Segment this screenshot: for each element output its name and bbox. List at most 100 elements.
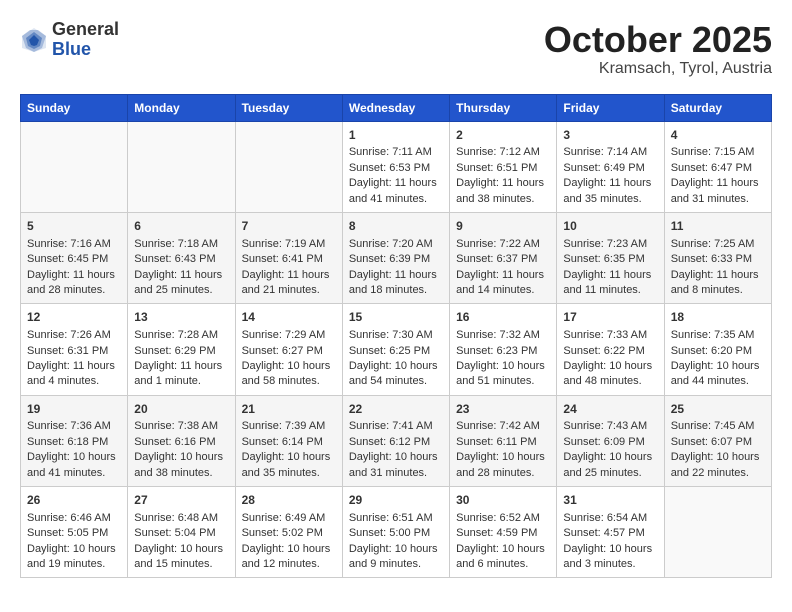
day-info: Sunset: 6:11 PM — [456, 435, 550, 450]
day-number: 12 — [27, 309, 121, 326]
day-info: Sunrise: 7:33 AM — [563, 328, 657, 343]
day-info: Sunset: 6:49 PM — [563, 161, 657, 176]
day-number: 2 — [456, 127, 550, 144]
day-info: Sunset: 6:51 PM — [456, 161, 550, 176]
day-info: Sunset: 6:16 PM — [134, 435, 228, 450]
calendar-cell: 23Sunrise: 7:42 AMSunset: 6:11 PMDayligh… — [450, 395, 557, 486]
logo: General Blue — [20, 20, 119, 60]
day-info: Daylight: 10 hours and 51 minutes. — [456, 359, 550, 390]
day-number: 13 — [134, 309, 228, 326]
calendar-cell: 12Sunrise: 7:26 AMSunset: 6:31 PMDayligh… — [21, 304, 128, 395]
day-info: Daylight: 11 hours and 4 minutes. — [27, 359, 121, 390]
calendar-cell: 20Sunrise: 7:38 AMSunset: 6:16 PMDayligh… — [128, 395, 235, 486]
calendar-cell: 31 Sunrise: 6:54 AMSunset: 4:57 PMDayligh… — [557, 487, 664, 578]
calendar-cell: 15Sunrise: 7:30 AMSunset: 6:25 PMDayligh… — [342, 304, 449, 395]
day-number: 6 — [134, 218, 228, 235]
day-info: Sunrise: 7:19 AM — [242, 237, 336, 252]
day-info: Daylight: 11 hours and 38 minutes. — [456, 176, 550, 207]
day-info: Daylight: 10 hours and 25 minutes. — [563, 450, 657, 481]
calendar-cell — [21, 121, 128, 212]
day-info: Daylight: 10 hours and 6 minutes. — [456, 542, 550, 573]
day-info: Sunset: 6:39 PM — [349, 252, 443, 267]
calendar-cell: 25Sunrise: 7:45 AMSunset: 6:07 PMDayligh… — [664, 395, 771, 486]
day-number: 17 — [563, 309, 657, 326]
calendar-cell: 16 Sunrise: 7:32 AMSunset: 6:23 PMDayligh… — [450, 304, 557, 395]
calendar-week-3: 12Sunrise: 7:26 AMSunset: 6:31 PMDayligh… — [21, 304, 772, 395]
day-info: Sunset: 6:27 PM — [242, 344, 336, 359]
day-number: 19 — [27, 401, 121, 418]
day-info: Sunset: 5:05 PM — [27, 526, 121, 541]
day-number: 7 — [242, 218, 336, 235]
day-number: 8 — [349, 218, 443, 235]
day-number: 1 — [349, 127, 443, 144]
day-info: Sunset: 6:23 PM — [456, 344, 550, 359]
day-info: Daylight: 10 hours and 3 minutes. — [563, 542, 657, 573]
day-info: Sunrise: 7:35 AM — [671, 328, 765, 343]
day-info: Sunset: 6:09 PM — [563, 435, 657, 450]
day-info: Daylight: 11 hours and 21 minutes. — [242, 268, 336, 299]
day-info: Sunrise: 7:32 AM — [456, 328, 550, 343]
day-number: 18 — [671, 309, 765, 326]
day-number: 9 — [456, 218, 550, 235]
day-number: 14 — [242, 309, 336, 326]
day-info: Sunrise: 7:43 AM — [563, 419, 657, 434]
logo-icon — [20, 26, 48, 54]
day-info: Daylight: 10 hours and 41 minutes. — [27, 450, 121, 481]
location-subtitle: Kramsach, Tyrol, Austria — [544, 60, 772, 78]
title-block: October 2025 Kramsach, Tyrol, Austria — [544, 20, 772, 78]
day-info: Daylight: 10 hours and 9 minutes. — [349, 542, 443, 573]
day-info: Sunset: 6:20 PM — [671, 344, 765, 359]
day-info: Sunset: 6:12 PM — [349, 435, 443, 450]
day-info: Sunset: 6:22 PM — [563, 344, 657, 359]
day-info: Sunrise: 7:41 AM — [349, 419, 443, 434]
day-number: 16 — [456, 309, 550, 326]
day-info: Daylight: 11 hours and 18 minutes. — [349, 268, 443, 299]
day-info: Sunset: 6:18 PM — [27, 435, 121, 450]
header-sunday: Sunday — [21, 94, 128, 121]
day-info: Sunrise: 7:15 AM — [671, 145, 765, 160]
day-number: 21 — [242, 401, 336, 418]
calendar-week-4: 19Sunrise: 7:36 AMSunset: 6:18 PMDayligh… — [21, 395, 772, 486]
header-tuesday: Tuesday — [235, 94, 342, 121]
day-info: Daylight: 10 hours and 31 minutes. — [349, 450, 443, 481]
day-info: Daylight: 10 hours and 22 minutes. — [671, 450, 765, 481]
page-header: General Blue October 2025 Kramsach, Tyro… — [20, 20, 772, 78]
day-number: 24 — [563, 401, 657, 418]
calendar-cell: 14Sunrise: 7:29 AMSunset: 6:27 PMDayligh… — [235, 304, 342, 395]
day-info: Daylight: 10 hours and 35 minutes. — [242, 450, 336, 481]
day-info: Sunrise: 7:18 AM — [134, 237, 228, 252]
day-info: Sunset: 6:43 PM — [134, 252, 228, 267]
day-info: Daylight: 11 hours and 11 minutes. — [563, 268, 657, 299]
calendar-cell: 2Sunrise: 7:12 AMSunset: 6:51 PMDaylight… — [450, 121, 557, 212]
day-info: Sunrise: 6:54 AM — [563, 511, 657, 526]
day-info: Sunrise: 7:36 AM — [27, 419, 121, 434]
day-info: Sunrise: 7:16 AM — [27, 237, 121, 252]
day-info: Sunrise: 6:49 AM — [242, 511, 336, 526]
day-info: Sunrise: 7:29 AM — [242, 328, 336, 343]
header-friday: Friday — [557, 94, 664, 121]
calendar-cell: 28Sunrise: 6:49 AMSunset: 5:02 PMDayligh… — [235, 487, 342, 578]
day-info: Sunrise: 7:20 AM — [349, 237, 443, 252]
calendar-header-row: SundayMondayTuesdayWednesdayThursdayFrid… — [21, 94, 772, 121]
calendar-cell: 26Sunrise: 6:46 AMSunset: 5:05 PMDayligh… — [21, 487, 128, 578]
day-number: 31 — [563, 492, 657, 509]
day-number: 11 — [671, 218, 765, 235]
day-info: Daylight: 10 hours and 38 minutes. — [134, 450, 228, 481]
day-number: 25 — [671, 401, 765, 418]
day-number: 28 — [242, 492, 336, 509]
day-info: Sunrise: 6:51 AM — [349, 511, 443, 526]
day-info: Sunset: 6:33 PM — [671, 252, 765, 267]
day-info: Sunrise: 7:23 AM — [563, 237, 657, 252]
day-info: Sunrise: 7:14 AM — [563, 145, 657, 160]
month-title: October 2025 — [544, 20, 772, 60]
calendar-cell: 27Sunrise: 6:48 AMSunset: 5:04 PMDayligh… — [128, 487, 235, 578]
day-info: Sunrise: 7:39 AM — [242, 419, 336, 434]
day-info: Daylight: 11 hours and 8 minutes. — [671, 268, 765, 299]
calendar-cell: 8 Sunrise: 7:20 AMSunset: 6:39 PMDaylight… — [342, 212, 449, 303]
calendar-week-1: 1Sunrise: 7:11 AMSunset: 6:53 PMDaylight… — [21, 121, 772, 212]
day-info: Sunset: 6:25 PM — [349, 344, 443, 359]
day-info: Sunset: 5:02 PM — [242, 526, 336, 541]
day-info: Sunset: 4:57 PM — [563, 526, 657, 541]
day-info: Sunset: 6:35 PM — [563, 252, 657, 267]
day-info: Sunset: 6:41 PM — [242, 252, 336, 267]
